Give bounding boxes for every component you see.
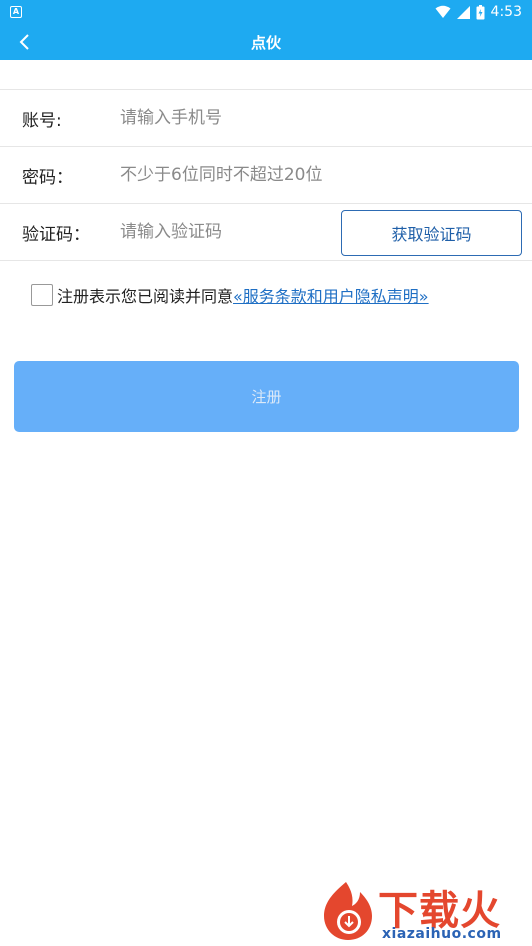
password-input[interactable]	[120, 155, 330, 195]
cell-signal-icon	[456, 5, 470, 19]
account-input[interactable]	[120, 98, 330, 138]
flame-logo-icon	[324, 882, 372, 940]
get-code-button[interactable]: 获取验证码	[341, 210, 522, 256]
notification-icon: A	[10, 6, 22, 18]
app-bar: 点伙	[0, 24, 532, 60]
code-label: 验证码：	[22, 224, 90, 245]
wifi-icon	[435, 5, 451, 18]
password-row: 密码：	[0, 147, 532, 204]
status-time: 4:53	[490, 4, 522, 20]
terms-link[interactable]: «服务条款和用户隐私声明»	[233, 283, 429, 307]
account-row: 账号:	[0, 90, 532, 147]
back-button[interactable]	[6, 24, 42, 60]
register-form: 账号: 密码： 验证码： 获取验证码	[0, 89, 532, 261]
battery-icon	[476, 4, 485, 19]
watermark-url: xiazaihuo.com	[382, 926, 502, 942]
password-label: 密码：	[22, 167, 73, 188]
page-title: 点伙	[250, 33, 281, 52]
watermark: 下载火 xiazaihuo.com	[316, 878, 528, 944]
account-label: 账号:	[22, 110, 62, 131]
agreement-text: 注册表示您已阅读并同意	[57, 287, 234, 306]
code-input[interactable]	[120, 212, 320, 252]
status-bar: A 4:53	[0, 0, 532, 24]
register-button[interactable]: 注册	[14, 361, 519, 432]
code-row: 验证码： 获取验证码	[0, 204, 532, 261]
status-left: A	[10, 6, 22, 18]
agreement-checkbox[interactable]	[31, 284, 53, 306]
status-right: 4:53	[435, 4, 522, 20]
agreement-row: 注册表示您已阅读并同意 «服务条款和用户隐私声明»	[31, 282, 521, 308]
chevron-left-icon	[19, 34, 29, 50]
